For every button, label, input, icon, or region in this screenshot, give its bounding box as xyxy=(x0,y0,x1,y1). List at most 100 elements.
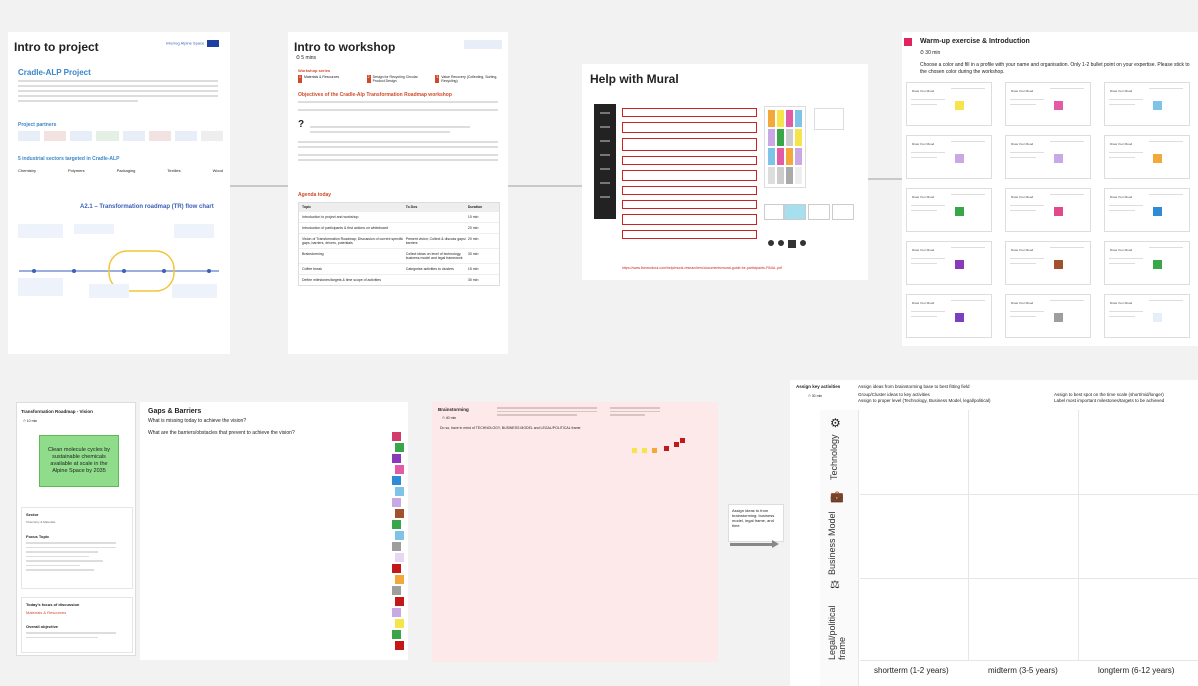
profile-card[interactable]: Draw Your Mood xyxy=(1104,188,1190,232)
profile-card[interactable]: Draw Your Mood xyxy=(906,135,992,179)
profile-card[interactable]: Draw Your Mood xyxy=(1005,135,1091,179)
color-sticky[interactable] xyxy=(1054,101,1063,110)
profile-card[interactable]: Draw Your Mood xyxy=(906,294,992,338)
profile-card[interactable]: Draw Your Mood xyxy=(1005,294,1091,338)
profile-card-label: Draw Your Mood xyxy=(912,142,935,146)
sticky-note[interactable] xyxy=(632,448,637,453)
assign-note: Assign ideas to from brainstorming: busi… xyxy=(728,504,784,542)
profile-card-label: Draw Your Mood xyxy=(1011,195,1034,199)
timer: ⏱ 5 mins xyxy=(296,55,317,61)
flow-chart xyxy=(18,224,219,298)
profile-card-grid: Draw Your Mood Draw Your Mood Draw Your Mo… xyxy=(906,82,1196,344)
frame-intro-workshop[interactable]: Intro to workshop ⏱ 5 mins Workshop seri… xyxy=(288,32,508,354)
sticky-note[interactable] xyxy=(392,498,401,507)
assign-bullets-left: Group/Cluster ideas to key activities As… xyxy=(858,392,991,403)
grid-line xyxy=(1078,410,1079,660)
sticky-note[interactable] xyxy=(392,432,401,441)
color-sticky[interactable] xyxy=(1054,154,1063,163)
profile-card[interactable]: Draw Your Mood xyxy=(1104,135,1190,179)
sticky-note[interactable] xyxy=(392,586,401,595)
color-sticky[interactable] xyxy=(1153,260,1162,269)
color-sticky[interactable] xyxy=(955,260,964,269)
grid-line xyxy=(860,494,1198,495)
sticky-note[interactable] xyxy=(395,487,404,496)
frame-brainstorming[interactable]: Brainstorming ⏱ 40 min Do so, have in mi… xyxy=(432,402,718,662)
color-sticky[interactable] xyxy=(955,313,964,322)
sticky-note[interactable] xyxy=(680,438,685,443)
color-sticky[interactable] xyxy=(955,101,964,110)
profile-card[interactable]: Draw Your Mood xyxy=(1104,82,1190,126)
partner-logos xyxy=(18,131,223,141)
timer: ⏱ 10 min xyxy=(23,419,38,423)
color-sticky[interactable] xyxy=(1153,101,1162,110)
color-sticky[interactable] xyxy=(955,154,964,163)
sticky-note[interactable] xyxy=(392,454,401,463)
sticky-note[interactable] xyxy=(395,619,404,628)
color-sticky[interactable] xyxy=(1153,313,1162,322)
sticky-note[interactable] xyxy=(392,564,401,573)
objective-label: Overall objective xyxy=(26,624,59,629)
sticky-note[interactable] xyxy=(392,608,401,617)
project-description xyxy=(18,80,218,105)
profile-card[interactable]: Draw Your Mood xyxy=(906,188,992,232)
gavel-icon: ⚖ xyxy=(830,579,840,591)
sticky-note[interactable] xyxy=(392,542,401,551)
profile-card-label: Draw Your Mood xyxy=(1110,195,1133,199)
frame-roadmap[interactable]: Assign key activities Assign ideas from … xyxy=(790,380,1198,686)
brand-logo xyxy=(464,40,502,49)
sticky-note[interactable] xyxy=(395,531,404,540)
sticky-note[interactable] xyxy=(674,442,679,447)
sticky-note[interactable] xyxy=(652,448,657,453)
sticky-note[interactable] xyxy=(395,597,404,606)
sticky-note[interactable] xyxy=(664,446,669,451)
sticky-note[interactable] xyxy=(395,575,404,584)
profile-card[interactable]: Draw Your Mood xyxy=(1104,241,1190,285)
series-label: Workshop series xyxy=(298,68,331,73)
connector-line xyxy=(230,185,290,187)
color-sticky[interactable] xyxy=(1153,207,1162,216)
profile-card[interactable]: Draw Your Mood xyxy=(1005,188,1091,232)
sticky-note[interactable] xyxy=(392,630,401,639)
sector-item: Polymers xyxy=(67,168,85,173)
column-label-short: shortterm (1-2 years) xyxy=(874,666,949,675)
sector-item: Wood xyxy=(212,168,223,173)
help-url[interactable]: https://www.liveworkout.com/help/mural-r… xyxy=(622,266,822,270)
color-sticky[interactable] xyxy=(1054,313,1063,322)
focus-line: Do so, have in mind of TECHNOLOGY, BUSIN… xyxy=(440,426,581,430)
sticky-note[interactable] xyxy=(392,476,401,485)
profile-card[interactable]: Draw Your Mood xyxy=(906,241,992,285)
sticky-note[interactable] xyxy=(395,641,404,650)
profile-card[interactable]: Draw Your Mood xyxy=(1104,294,1190,338)
frame-warmup[interactable]: Warm-up exercise & Introduction ⏱ 30 min… xyxy=(902,32,1198,346)
frame-help-mural[interactable]: Help with Mural https://www.liveworkout.… xyxy=(582,64,868,280)
profile-card[interactable]: Draw Your Mood xyxy=(1005,241,1091,285)
vision-sticky[interactable]: Clean molecule cycles by sustainable che… xyxy=(39,435,119,487)
sticky-note[interactable] xyxy=(395,443,404,452)
mural-toolbar-screenshot xyxy=(594,104,616,219)
frame-gaps-barriers[interactable]: Gaps & Barriers What is missing today to… xyxy=(140,402,408,660)
frame-title: Intro to project xyxy=(14,40,99,54)
sticky-note[interactable] xyxy=(642,448,647,453)
sticky-note[interactable] xyxy=(395,509,404,518)
timer-icon: ⏱ xyxy=(808,394,811,398)
frame-title: Gaps & Barriers xyxy=(148,408,202,415)
profile-card[interactable]: Draw Your Mood xyxy=(1005,82,1091,126)
timer-icon: ⏱ xyxy=(23,419,26,423)
row-label-legal: Legal/political frame xyxy=(827,605,847,660)
sticky-note[interactable] xyxy=(395,465,404,474)
frame-title: Brainstorming xyxy=(438,407,469,412)
agenda-table: Topic To Dos Duration Introduction to pr… xyxy=(298,202,500,286)
frame-intro-project[interactable]: Intro to project Interreg Alpine Space C… xyxy=(8,32,230,354)
profile-card[interactable]: Draw Your Mood xyxy=(906,82,992,126)
sticky-note[interactable] xyxy=(392,520,401,529)
profile-card-label: Draw Your Mood xyxy=(1011,89,1034,93)
sticky-note[interactable] xyxy=(395,553,404,562)
profile-card-label: Draw Your Mood xyxy=(912,301,935,305)
color-sticky[interactable] xyxy=(1054,260,1063,269)
color-sticky[interactable] xyxy=(1153,154,1162,163)
frame-vision[interactable]: Transformation Roadmap - Vision ⏱ 10 min… xyxy=(16,402,136,656)
color-sticky[interactable] xyxy=(1054,207,1063,216)
color-sticky[interactable] xyxy=(955,207,964,216)
sector-item: Textiles xyxy=(167,168,181,173)
frame-header: Transformation Roadmap - Vision xyxy=(21,409,93,414)
